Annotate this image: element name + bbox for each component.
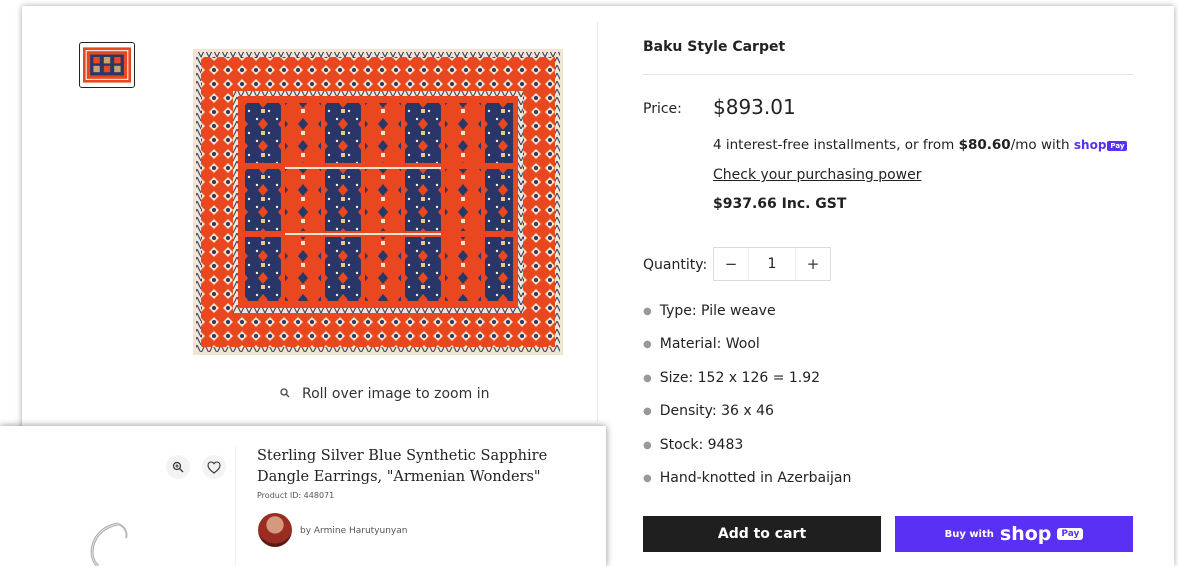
artisan-name[interactable]: by Armine Harutyunyan xyxy=(300,526,407,536)
spec-origin: Hand-knotted in Azerbaijan xyxy=(659,469,852,486)
spec-item: ● Material: Wool xyxy=(643,336,760,353)
buy-with-label: Buy with xyxy=(944,528,994,540)
earrings-product-id: Product ID: 448071 xyxy=(257,491,335,500)
zoom-hint: Roll over image to zoom in xyxy=(280,386,489,402)
installments-suffix: /mo with xyxy=(1010,137,1074,153)
buy-with-shoppay-button[interactable]: Buy with shop Pay xyxy=(895,516,1133,552)
zoom-hint-text: Roll over image to zoom in xyxy=(302,386,490,402)
installments-prefix: 4 interest-free installments, or from xyxy=(713,137,959,153)
spec-density: Density: 36 x 46 xyxy=(659,403,774,420)
spec-stock: Stock: 9483 xyxy=(659,436,744,453)
earrings-title[interactable]: Sterling Silver Blue Synthetic Sapphire … xyxy=(257,446,557,488)
shoppay-logo-text: shop xyxy=(1073,138,1107,152)
increase-quantity-button[interactable]: + xyxy=(796,255,830,273)
spec-item: ● Hand-knotted in Azerbaijan xyxy=(643,469,852,486)
carpet-thumbnail-image xyxy=(83,47,131,83)
zoom-in-icon[interactable] xyxy=(166,455,190,479)
carpet-main-image[interactable] xyxy=(193,49,563,355)
earring-image[interactable] xyxy=(0,446,236,566)
magnifier-icon xyxy=(280,387,290,401)
gst-price: $937.66 Inc. GST xyxy=(713,196,847,212)
spec-item: ● Type: Pile weave xyxy=(643,303,776,319)
carpet-thumbnail[interactable] xyxy=(79,42,135,88)
quantity-stepper: − 1 + xyxy=(713,247,831,281)
pay-logo-badge: Pay xyxy=(1057,528,1084,540)
artisan-avatar[interactable] xyxy=(258,513,292,547)
product-specs-list: ● Type: Pile weave ● Material: Wool ● Size:… xyxy=(643,303,851,503)
price-label: Price: xyxy=(643,101,682,117)
spec-item: ● Density: 36 x 46 xyxy=(643,403,774,420)
quantity-input[interactable]: 1 xyxy=(748,248,796,280)
check-purchasing-power-link[interactable]: Check your purchasing power xyxy=(713,167,921,183)
spec-size: Size: 152 x 126 = 1.92 xyxy=(659,369,821,386)
quantity-label: Quantity: xyxy=(643,257,708,273)
product-title: Baku Style Carpet xyxy=(643,39,786,55)
shoppay-logo: shop Pay xyxy=(1074,138,1128,152)
heart-icon[interactable] xyxy=(202,455,226,479)
spec-item: ● Stock: 9483 xyxy=(643,436,744,453)
shoppay-logo-pay: Pay xyxy=(1107,140,1128,151)
shop-logo-text: shop xyxy=(999,523,1052,545)
spec-material: Material: Wool xyxy=(659,336,760,353)
add-to-cart-button[interactable]: Add to cart xyxy=(643,516,881,552)
spec-item: ● Size: 152 x 126 = 1.92 xyxy=(643,369,821,386)
installments-amount: $80.60 xyxy=(958,137,1011,153)
decrease-quantity-button[interactable]: − xyxy=(714,255,748,273)
divider xyxy=(643,74,1133,75)
installments-text: 4 interest-free installments, or from $8… xyxy=(713,137,1128,153)
spec-type: Type: Pile weave xyxy=(659,303,776,319)
price-value: $893.01 xyxy=(713,95,796,119)
carpet-illustration xyxy=(193,49,563,355)
